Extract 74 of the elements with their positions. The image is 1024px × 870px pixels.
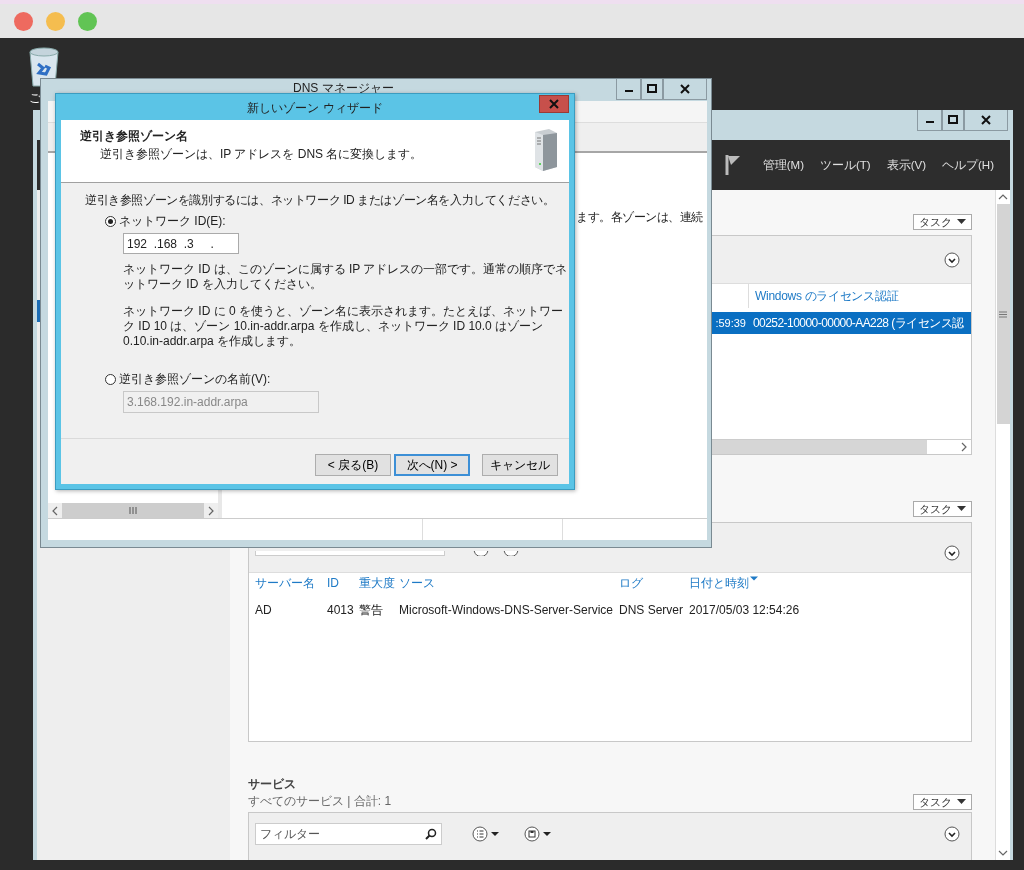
dialog-button[interactable]: キャンセル [482, 454, 558, 476]
table-cell-text: 2017/05/03 12:54:26 [689, 603, 801, 617]
radio-button[interactable] [105, 374, 116, 385]
maximize-button[interactable] [641, 79, 663, 100]
tasks-dropdown[interactable]: タスク [913, 501, 972, 517]
radio-option[interactable]: ネットワーク ID(E): [105, 213, 226, 230]
expand-icon[interactable] [944, 251, 960, 268]
table-cell-text: :59:39 [714, 317, 747, 329]
maximize-icon [647, 84, 657, 94]
expand-icon[interactable] [944, 545, 960, 561]
minimize-button[interactable] [616, 79, 641, 100]
close-button[interactable] [964, 110, 1008, 131]
close-icon [680, 84, 690, 94]
list-icon[interactable] [472, 826, 500, 842]
search-icon[interactable] [425, 828, 437, 840]
flag-icon[interactable] [724, 154, 741, 176]
section-title: サービス [248, 776, 297, 793]
caret-icon [957, 506, 966, 512]
dialog-button[interactable]: < 戻る(B) [315, 454, 391, 476]
menu-item[interactable]: ツール(T) [820, 157, 871, 173]
column-header[interactable]: 重大度 [359, 574, 399, 592]
page-description: 逆引き参照ゾーンは、IP アドレスを DNS 名に変換します。 [99, 146, 423, 163]
dialog-title: 新しいゾーン ウィザード [247, 100, 383, 117]
grip-icon [999, 310, 1007, 318]
help-text: ネットワーク ID は、このゾーンに属する IP アドレスの一部です。通常の順序でネットワーク ID を入力してください。 [123, 262, 569, 292]
window-title: DNS マネージャー [293, 80, 394, 97]
section-subtitle: すべてのサービス | 合計: 1 [248, 793, 392, 810]
expand-icon[interactable] [944, 826, 960, 842]
table-cell-text: Microsoft-Windows-DNS-Server-Service [399, 603, 615, 617]
description-text: ます。各ゾーンは、連続 [576, 210, 703, 224]
grip-icon [129, 507, 137, 514]
radio-button[interactable] [105, 216, 116, 227]
horizontal-scrollbar[interactable] [712, 439, 971, 454]
tasks-dropdown[interactable]: タスク [913, 794, 972, 810]
close-icon [549, 99, 559, 109]
filter-field[interactable]: フィルター [255, 823, 442, 845]
tasks-dropdown[interactable]: タスク [913, 214, 972, 230]
table-cell-text: 00252-10000-00000-AA228 (ライセンス認 [752, 314, 965, 332]
vertical-scrollbar[interactable] [995, 190, 1010, 860]
caret-icon [957, 799, 966, 805]
radio-option[interactable]: 逆引き参照ゾーンの名前(V): [105, 371, 271, 388]
close-button[interactable] [663, 79, 707, 100]
column-header[interactable]: ID [327, 576, 359, 590]
column-header[interactable]: ログ [619, 574, 689, 592]
table-row[interactable]: :59:39 00252-10000-00000-AA228 (ライセンス認 [712, 312, 971, 334]
horizontal-scrollbar[interactable] [48, 503, 218, 518]
maximize-icon [948, 115, 958, 125]
page-heading: 逆引き参照ゾーン名 [80, 128, 189, 145]
instruction-text: 逆引き参照ゾーンを識別するには、ネットワーク ID またはゾーン名を入力してください。 [85, 192, 556, 209]
caret-icon [957, 219, 966, 225]
menu-item[interactable]: 表示(V) [886, 157, 927, 173]
ip-address-field[interactable]: 192 .168 .3 . [123, 233, 239, 254]
column-header[interactable]: ソース [399, 574, 619, 592]
menu-item[interactable]: 管理(M) [762, 157, 804, 173]
scroll-thumb[interactable] [712, 440, 927, 454]
column-header[interactable]: 日付と時刻 [689, 574, 971, 592]
column-header[interactable]: サーバー名 [255, 574, 327, 592]
dialog-button[interactable]: 次へ(N) > [394, 454, 470, 476]
save-icon[interactable] [524, 826, 552, 842]
maximize-button[interactable] [942, 110, 964, 131]
close-button[interactable] [539, 95, 569, 113]
round-icon-edge[interactable] [473, 551, 489, 556]
filter-field-edge[interactable] [255, 551, 445, 556]
column-header[interactable]: Windows のライセンス認証 [748, 284, 971, 308]
table-cell-text: 4013 [327, 603, 355, 617]
minimize-button[interactable] [917, 110, 942, 131]
help-text: ネットワーク ID に 0 を使うと、ゾーン名に表示されます。たとえば、ネットワーク ID 10 は、ゾーン 10.in-addr.arpa を作成し、ネットワーク ID 10.0 はゾーン 0.10.in-addr.arpa を作成します。 [123, 304, 564, 349]
table-cell-text: DNS Server [619, 603, 684, 617]
close-icon [981, 115, 991, 125]
round-icon-edge[interactable] [503, 551, 519, 556]
menu-item[interactable]: ヘルプ(H) [942, 157, 994, 173]
table-row[interactable]: AD 4013 警告 Microsoft-Windows-DNS-Server-Service DNS Server 2017/05/03 12:54:26 [249, 593, 971, 627]
table-cell-text: AD [255, 603, 273, 617]
table-cell-text: 警告 [359, 601, 384, 619]
